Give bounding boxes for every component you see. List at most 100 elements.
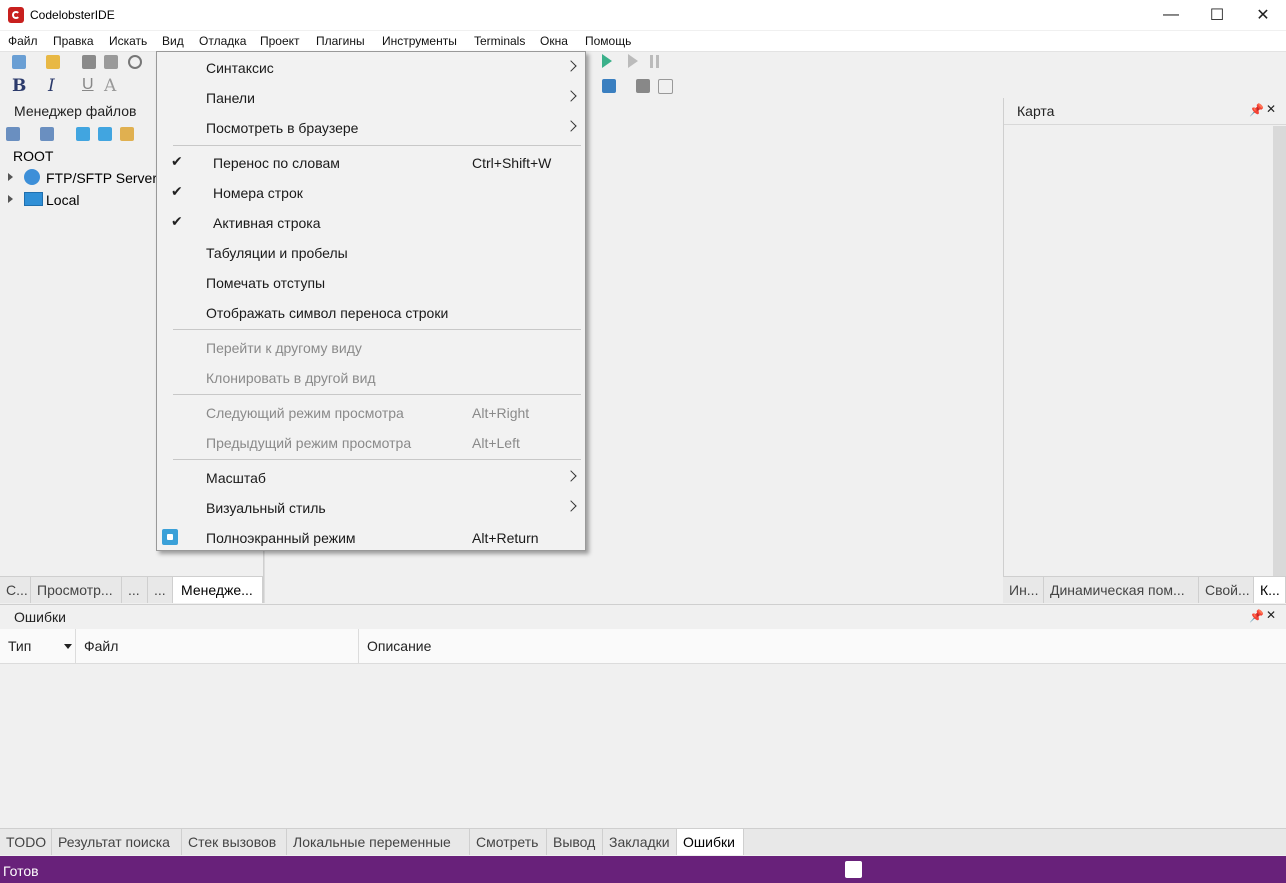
save-all-icon[interactable] <box>104 55 118 69</box>
menu-help[interactable]: Помощь <box>585 34 631 48</box>
menu-separator <box>173 394 581 395</box>
close-panel-icon[interactable]: ✕ <box>1266 102 1276 116</box>
column-file[interactable]: Файл <box>76 629 359 663</box>
menu-item-show-eol[interactable]: Отображать символ переноса строки <box>157 298 585 328</box>
errors-table-header: Тип Файл Описание <box>0 629 1286 664</box>
menu-item-indent-guides[interactable]: Помечать отступы <box>157 268 585 298</box>
menu-windows[interactable]: Окна <box>540 34 568 48</box>
menu-item-tabs-spaces[interactable]: Табуляции и пробелы <box>157 238 585 268</box>
tab-search-results[interactable]: Результат поиска <box>52 829 182 855</box>
status-bar <box>0 856 1286 883</box>
menu-item-syntax[interactable]: Синтаксис <box>157 53 585 83</box>
column-description[interactable]: Описание <box>359 629 1286 663</box>
refresh-icon[interactable] <box>76 127 90 141</box>
check-icon: ✔ <box>171 183 183 199</box>
tab-right-2[interactable]: Динамическая пом... <box>1044 577 1199 603</box>
menu-terminals[interactable]: Terminals <box>474 34 525 48</box>
bold-icon[interactable]: B <box>12 76 26 96</box>
submenu-arrow-icon <box>565 90 577 102</box>
tab-right-1[interactable]: Ин... <box>1003 577 1044 603</box>
tab-file-manager[interactable]: Менедже... <box>173 577 263 603</box>
file-manager-toolbar <box>4 126 154 144</box>
menu-debug[interactable]: Отладка <box>199 34 246 48</box>
menu-item-next-view-mode[interactable]: Следующий режим просмотра Alt+Right <box>157 398 585 428</box>
tab-left-3[interactable]: ... <box>122 577 148 603</box>
map-panel-title: Карта <box>1017 103 1055 119</box>
tab-left-1[interactable]: С... <box>0 577 31 603</box>
errors-panel-title: Ошибки <box>14 609 66 625</box>
menu-item-label: Перенос по словам <box>213 155 340 171</box>
menu-item-label: Полноэкранный режим <box>206 530 356 546</box>
tab-local-variables[interactable]: Локальные переменные <box>287 829 470 855</box>
menu-item-label: Номера строк <box>213 185 303 201</box>
submenu-arrow-icon <box>565 60 577 72</box>
tab-errors[interactable]: Ошибки <box>677 829 744 855</box>
panel-icon[interactable] <box>658 79 673 94</box>
run-icon[interactable] <box>602 54 612 68</box>
sort-za-icon[interactable] <box>40 127 54 141</box>
menu-search[interactable]: Искать <box>109 34 147 48</box>
pause-icon[interactable] <box>650 55 659 68</box>
tab-watch[interactable]: Смотреть <box>470 829 547 855</box>
tree-node-ftp[interactable]: FTP/SFTP Servers <box>46 170 164 186</box>
view-menu-dropdown: Синтаксис Панели Посмотреть в браузере ✔… <box>156 51 586 551</box>
tab-left-4[interactable]: ... <box>148 577 173 603</box>
tab-bookmarks[interactable]: Закладки <box>603 829 677 855</box>
pin-icon[interactable]: 📌 <box>1249 609 1264 623</box>
title-bar <box>0 0 1286 30</box>
maximize-button[interactable]: ☐ <box>1194 0 1240 30</box>
expand-icon[interactable] <box>8 173 13 181</box>
dropdown-arrow-icon[interactable] <box>64 644 72 649</box>
tree-root[interactable]: ROOT <box>13 148 53 164</box>
sort-az-icon[interactable] <box>6 127 20 141</box>
menu-item-other-view[interactable]: Перейти к другому виду <box>157 333 585 363</box>
menu-edit[interactable]: Правка <box>53 34 94 48</box>
close-button[interactable]: ✕ <box>1240 0 1286 30</box>
folder-icon[interactable] <box>120 127 134 141</box>
open-folder-icon[interactable] <box>46 55 60 69</box>
menu-item-panels[interactable]: Панели <box>157 83 585 113</box>
layout-icon[interactable] <box>602 79 616 93</box>
image-icon[interactable] <box>636 79 650 93</box>
minimize-button[interactable]: — <box>1148 0 1194 30</box>
step-icon[interactable] <box>628 54 638 68</box>
font-icon[interactable]: A <box>104 76 116 96</box>
menu-item-zoom[interactable]: Масштаб <box>157 463 585 493</box>
menu-item-visual-style[interactable]: Визуальный стиль <box>157 493 585 523</box>
tab-output[interactable]: Вывод <box>547 829 603 855</box>
undo-icon[interactable] <box>128 55 142 69</box>
tab-left-2[interactable]: Просмотр... <box>31 577 122 603</box>
tree-node-local[interactable]: Local <box>46 192 79 208</box>
italic-icon[interactable]: I <box>48 76 55 96</box>
menu-item-line-numbers[interactable]: ✔ Номера строк <box>157 178 585 208</box>
globe-icon <box>24 169 40 185</box>
menu-separator <box>173 145 581 146</box>
menu-item-active-line[interactable]: ✔ Активная строка <box>157 208 585 238</box>
settings-icon[interactable] <box>98 127 112 141</box>
menu-item-fullscreen[interactable]: Полноэкранный режим Alt+Return <box>157 523 585 553</box>
menu-view[interactable]: Вид <box>162 34 184 48</box>
tab-map[interactable]: К... <box>1254 577 1286 603</box>
menu-project[interactable]: Проект <box>260 34 300 48</box>
new-file-icon[interactable] <box>12 55 26 69</box>
menu-item-label: Масштаб <box>206 470 266 486</box>
check-icon: ✔ <box>171 153 183 169</box>
map-scrollbar[interactable] <box>1273 126 1286 576</box>
submenu-arrow-icon <box>565 470 577 482</box>
menu-file[interactable]: Файл <box>8 34 38 48</box>
expand-icon[interactable] <box>8 195 13 203</box>
menu-item-word-wrap[interactable]: ✔ Перенос по словам Ctrl+Shift+W <box>157 148 585 178</box>
pin-icon[interactable]: 📌 <box>1249 103 1264 117</box>
menu-item-clone-view[interactable]: Клонировать в другой вид <box>157 363 585 393</box>
tab-call-stack[interactable]: Стек вызовов <box>182 829 287 855</box>
menu-tools[interactable]: Инструменты <box>382 34 457 48</box>
menu-plugins[interactable]: Плагины <box>316 34 365 48</box>
menu-item-view-in-browser[interactable]: Посмотреть в браузере <box>157 113 585 143</box>
save-icon[interactable] <box>82 55 96 69</box>
tab-right-3[interactable]: Свой... <box>1199 577 1254 603</box>
underline-icon[interactable]: U <box>82 76 94 94</box>
column-type-label: Тип <box>8 638 32 654</box>
tab-todo[interactable]: TODO <box>0 829 52 855</box>
close-panel-icon[interactable]: ✕ <box>1266 608 1276 622</box>
menu-item-prev-view-mode[interactable]: Предыдущий режим просмотра Alt+Left <box>157 428 585 458</box>
